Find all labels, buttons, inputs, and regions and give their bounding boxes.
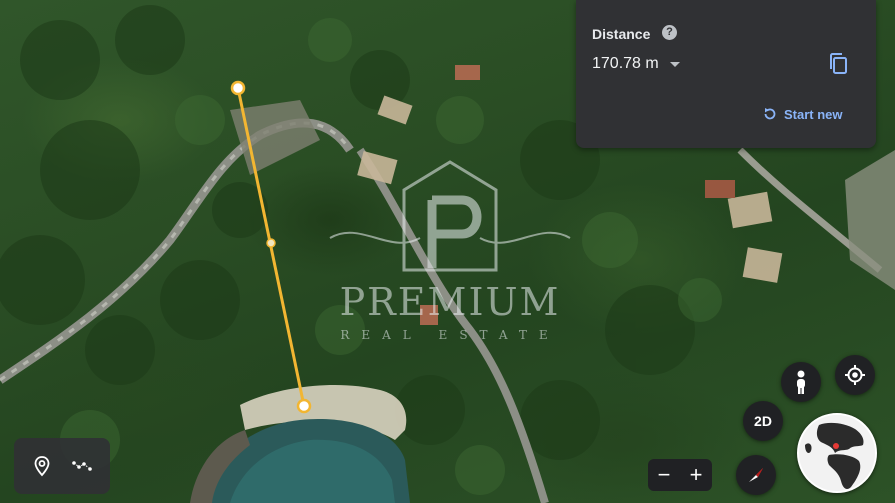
premium-watermark: PREMIUM REAL ESTATE: [320, 160, 580, 350]
path-icon[interactable]: [71, 455, 93, 477]
compass-icon: [749, 468, 763, 482]
distance-panel: Distance ? 170.78 m Start new: [576, 0, 876, 148]
distance-title: Distance: [592, 26, 651, 42]
my-location-button[interactable]: [835, 355, 875, 395]
view-2d-button[interactable]: 2D: [743, 401, 783, 441]
pegman-icon: [797, 370, 805, 394]
compass-button[interactable]: [736, 455, 776, 495]
measure-start-point[interactable]: [230, 80, 246, 96]
distance-value[interactable]: 170.78 m: [592, 55, 659, 73]
zoom-control: − +: [648, 459, 712, 491]
copy-icon[interactable]: [828, 52, 850, 76]
street-view-button[interactable]: [781, 362, 821, 402]
my-location-icon: [845, 365, 865, 385]
tool-box: [14, 438, 110, 494]
refresh-icon: [764, 108, 776, 120]
globe-view-button[interactable]: [797, 413, 877, 493]
zoom-out-button[interactable]: −: [658, 462, 671, 488]
help-icon[interactable]: ?: [662, 25, 677, 40]
watermark-logo-icon: [329, 160, 571, 272]
chevron-down-icon[interactable]: [670, 62, 680, 67]
measure-mid-point[interactable]: [266, 238, 276, 248]
zoom-in-button[interactable]: +: [690, 462, 703, 488]
place-pin-icon[interactable]: [31, 455, 53, 477]
measure-end-point[interactable]: [296, 398, 312, 414]
start-new-button[interactable]: Start new: [762, 104, 843, 124]
watermark-tagline: REAL ESTATE: [340, 328, 560, 342]
watermark-brand: PREMIUM: [339, 280, 561, 324]
start-new-label: Start new: [784, 106, 843, 122]
